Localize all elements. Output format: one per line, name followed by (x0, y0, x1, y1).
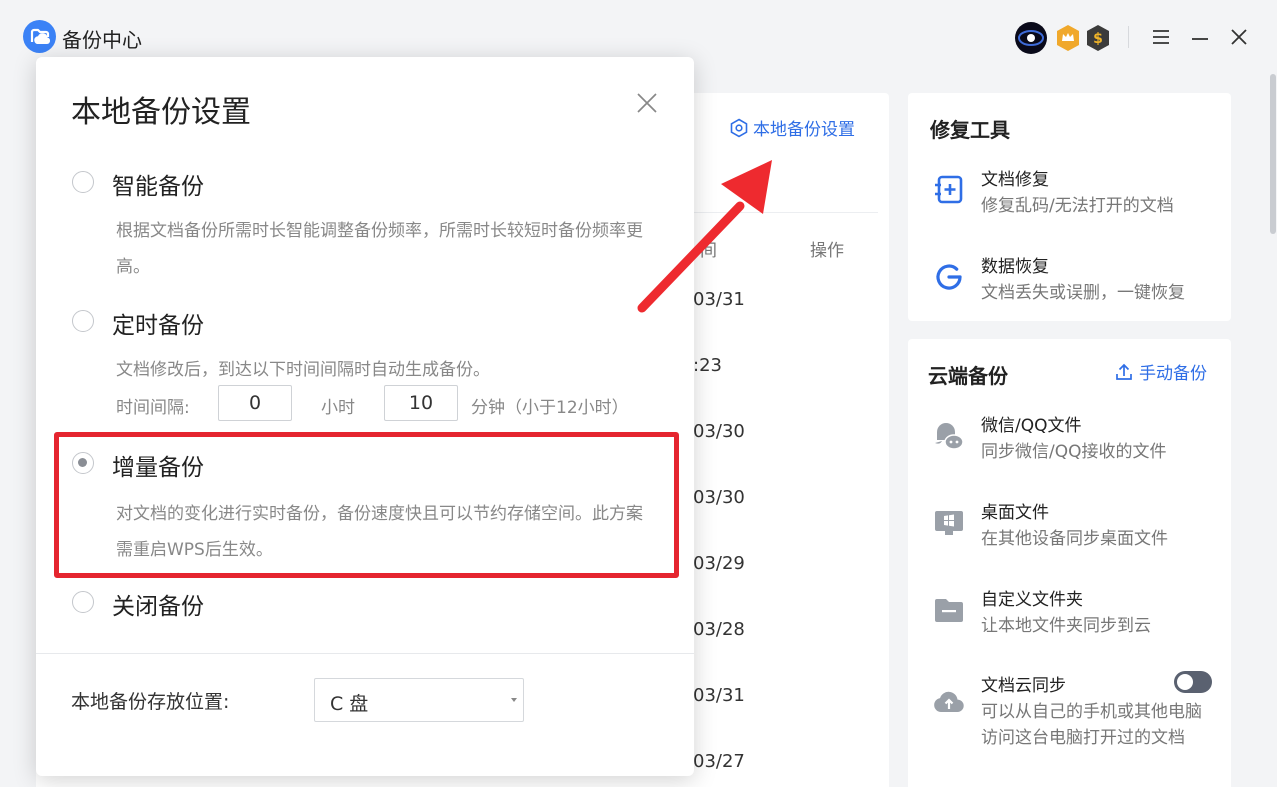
settings-hex-icon (730, 118, 748, 137)
data-recovery-item[interactable]: 数据恢复 文档丢失或误删，一键恢复 (908, 252, 1231, 316)
upload-icon (1116, 363, 1132, 380)
cloud-backup-title: 云端备份 (928, 364, 1008, 388)
svg-text:$: $ (1093, 31, 1103, 47)
row-date: 03/30 (693, 421, 745, 442)
page-scrollbar[interactable] (1270, 74, 1276, 234)
radio-smart-backup[interactable] (72, 171, 94, 193)
smart-backup-desc: 根据文档备份所需时长智能调整备份频率，所需时长较短时备份频率更高。 (116, 221, 643, 277)
backup-location-select[interactable]: C 盘 (314, 678, 524, 722)
document-repair-item[interactable]: 文档修复 修复乱码/无法打开的文档 (908, 165, 1231, 229)
custom-folder-item[interactable]: 自定义文件夹 让本地文件夹同步到云 (908, 585, 1231, 649)
timed-backup-desc: 文档修改后，到达以下时间间隔时自动生成备份。 (116, 360, 490, 380)
folder-icon (932, 593, 966, 627)
row-date: 03/29 (693, 553, 745, 574)
desktop-files-item[interactable]: 桌面文件 在其他设备同步桌面文件 (908, 498, 1231, 562)
radio-disable-backup[interactable] (72, 591, 94, 613)
row-date: :23 (693, 355, 722, 376)
data-recovery-icon (932, 260, 966, 294)
row-date: 03/28 (693, 619, 745, 640)
document-repair-icon (932, 173, 966, 207)
minimize-icon[interactable] (1187, 24, 1213, 50)
minutes-input[interactable] (384, 385, 458, 421)
row-date: 03/31 (693, 685, 745, 706)
repair-tools-title: 修复工具 (930, 118, 1010, 142)
wechat-qq-files-desc: 同步微信/QQ接收的文件 (981, 442, 1167, 462)
repair-tools-panel: 修复工具 文档修复 修复乱码/无法打开的文档 数据恢复 文档丢失或误删，一键恢复 (908, 93, 1231, 321)
incremental-backup-label: 增量备份 (112, 455, 204, 481)
radio-incremental-backup[interactable] (72, 452, 94, 474)
hours-unit: 小时 (321, 398, 355, 418)
chat-icon (932, 419, 966, 453)
caret-down-icon (511, 698, 517, 702)
row-date: 03/27 (693, 751, 745, 772)
custom-folder-desc: 让本地文件夹同步到云 (981, 616, 1151, 636)
custom-folder-title: 自定义文件夹 (981, 590, 1083, 610)
row-date: 03/31 (693, 289, 745, 310)
document-repair-desc: 修复乱码/无法打开的文档 (981, 196, 1174, 216)
smart-backup-label: 智能备份 (112, 174, 204, 200)
doc-cloud-sync-desc-line2: 访问这台电脑打开过的文档 (981, 728, 1185, 748)
data-recovery-desc: 文档丢失或误删，一键恢复 (981, 283, 1185, 303)
hours-input[interactable] (218, 385, 292, 421)
cloud-upload-icon (932, 685, 966, 719)
incremental-backup-desc: 对文档的变化进行实时备份，备份速度快且可以节约存储空间。此方案需重启WPS后生效… (116, 504, 643, 560)
dialog-close-icon[interactable] (634, 90, 660, 116)
wechat-qq-files-item[interactable]: 微信/QQ文件 同步微信/QQ接收的文件 (908, 411, 1231, 475)
manual-backup-button[interactable]: 手动备份 (1115, 359, 1207, 384)
desktop-icon (932, 506, 966, 540)
app-title: 备份中心 (62, 28, 142, 52)
titlebar-separator (1128, 26, 1129, 48)
backup-location-label: 本地备份存放位置: (71, 691, 230, 713)
table-header-divider (690, 212, 878, 213)
desktop-files-desc: 在其他设备同步桌面文件 (981, 529, 1168, 549)
cloud-backup-panel: 云端备份 手动备份 微信/QQ文件 同步微信/QQ接收的文件 桌面文件 在其他设… (908, 339, 1231, 787)
manual-backup-label: 手动备份 (1139, 364, 1207, 384)
local-backup-settings-dialog: 本地备份设置 智能备份 根据文档备份所需时长智能调整备份频率，所需时长较短时备份… (36, 57, 694, 776)
local-backup-settings-label: 本地备份设置 (753, 120, 855, 140)
doc-cloud-sync-desc: 可以从自己的手机或其他电脑 (981, 702, 1202, 722)
data-recovery-title: 数据恢复 (981, 257, 1049, 277)
coin-badge-icon[interactable]: $ (1085, 24, 1111, 52)
desktop-files-title: 桌面文件 (981, 503, 1049, 523)
timed-backup-label: 定时备份 (112, 313, 204, 339)
window-close-icon[interactable] (1226, 24, 1252, 50)
wechat-qq-files-title: 微信/QQ文件 (981, 416, 1082, 436)
doc-cloud-sync-item[interactable]: 文档云同步 可以从自己的手机或其他电脑 访问这台电脑打开过的文档 (908, 671, 1231, 761)
user-avatar[interactable] (1015, 22, 1047, 54)
radio-timed-backup[interactable] (72, 310, 94, 332)
column-header-action: 操作 (810, 241, 844, 261)
disable-backup-label: 关闭备份 (112, 594, 204, 620)
minutes-unit: 分钟（小于12小时） (471, 398, 629, 418)
dialog-title: 本地备份设置 (71, 95, 251, 130)
doc-cloud-sync-title: 文档云同步 (981, 676, 1066, 696)
row-date: 03/30 (693, 487, 745, 508)
interval-label: 时间间隔: (116, 398, 190, 418)
column-header-time: 间 (700, 241, 717, 261)
menu-icon[interactable] (1148, 24, 1174, 50)
crown-badge-icon[interactable] (1055, 24, 1081, 52)
dialog-divider (36, 653, 694, 654)
backup-location-value: C 盘 (330, 693, 369, 715)
app-logo-icon (23, 20, 56, 53)
local-backup-settings-link[interactable]: 本地备份设置 (729, 115, 855, 140)
document-repair-title: 文档修复 (981, 170, 1049, 190)
doc-cloud-sync-toggle[interactable] (1174, 671, 1212, 693)
